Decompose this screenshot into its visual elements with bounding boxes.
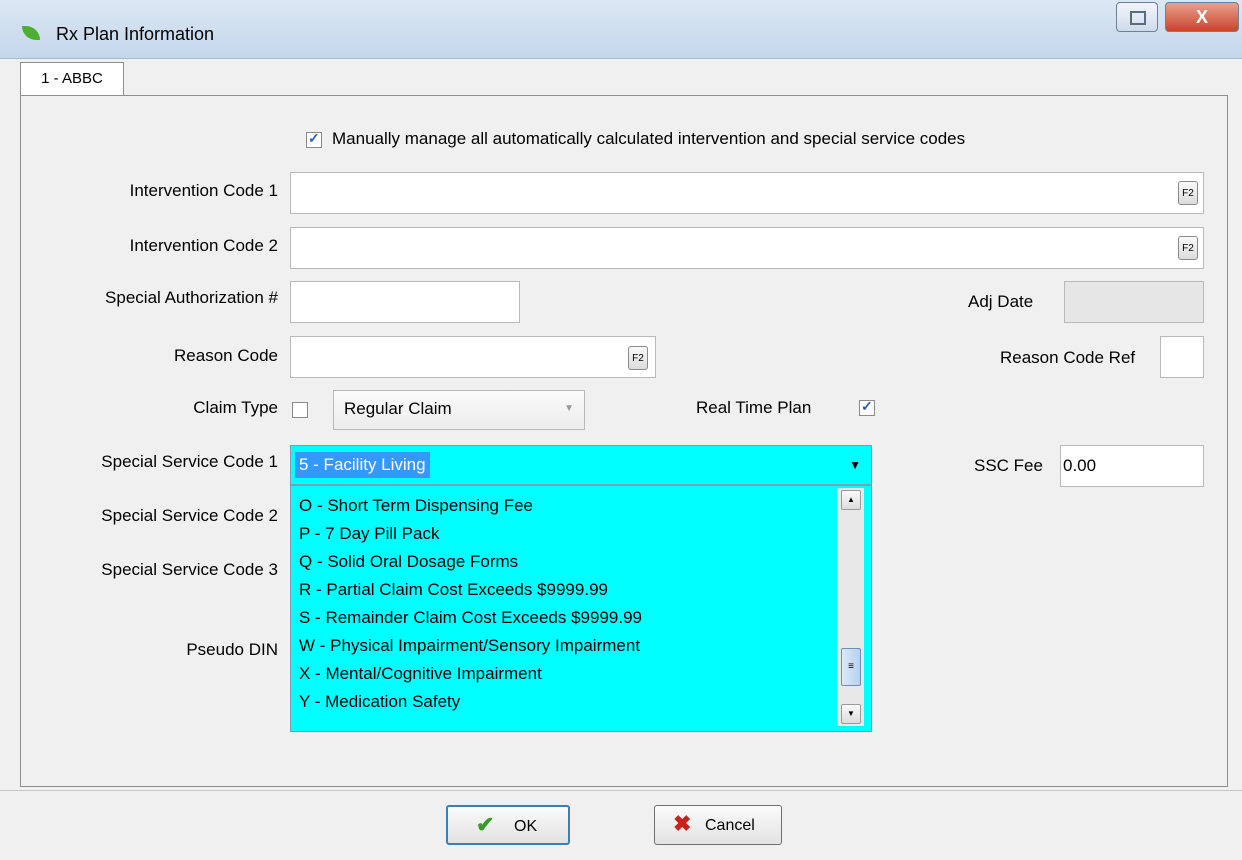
ssc1-label: Special Service Code 1 [101,452,278,471]
ok-button[interactable]: ✔ OK [446,805,570,845]
x-icon: ✖ [673,811,692,836]
reason-code-ref-label: Reason Code Ref [1000,348,1136,367]
real-time-plan-checkbox[interactable] [859,398,875,416]
list-item[interactable]: P - 7 Day Pill Pack [299,520,439,548]
chevron-down-icon[interactable]: ▼ [849,458,861,472]
chevron-down-icon: ▼ [564,403,574,414]
manual-manage-checkbox[interactable] [306,130,322,148]
vertical-scrollbar[interactable]: ▲ ≡ ▼ [837,488,864,726]
scroll-down-icon[interactable]: ▼ [841,704,861,724]
intervention-code-1-input[interactable] [290,172,1204,214]
special-authorization-label: Special Authorization # [105,288,278,307]
list-item[interactable]: R - Partial Claim Cost Exceeds $9999.99 [299,576,608,604]
special-authorization-input[interactable] [290,281,520,323]
list-item[interactable]: Q - Solid Oral Dosage Forms [299,548,518,576]
claim-type-label: Claim Type [193,398,278,417]
pseudo-din-label: Pseudo DIN [186,640,278,659]
intervention-code-2-label: Intervention Code 2 [129,236,278,255]
restore-icon [1130,11,1146,25]
scroll-up-icon[interactable]: ▲ [841,490,861,510]
claim-type-checkbox[interactable] [292,402,308,418]
intervention-code-2-lookup-button[interactable]: F2 [1178,236,1198,260]
reason-code-lookup-button[interactable]: F2 [628,346,648,370]
window-title: Rx Plan Information [56,24,215,44]
scroll-thumb[interactable]: ≡ [841,648,861,686]
ssc-fee-input[interactable]: 0.00 [1060,445,1204,487]
title-bar[interactable]: Rx Plan Information X [0,0,1242,59]
adj-date-label: Adj Date [968,292,1034,311]
reason-code-input[interactable] [290,336,656,378]
button-bar: ✔ OK ✖ Cancel [0,790,1242,860]
reason-code-ref-input[interactable] [1160,336,1204,378]
close-icon: X [1195,7,1208,27]
intervention-code-2-input[interactable] [290,227,1204,269]
intervention-code-1-lookup-button[interactable]: F2 [1178,181,1198,205]
manual-manage-label: Manually manage all automatically calcul… [332,129,966,148]
ok-label: OK [514,818,538,835]
close-button[interactable]: X [1165,2,1239,32]
tab-abbc[interactable]: 1 - ABBC [20,62,124,97]
leaf-icon [22,26,40,40]
ssc2-label: Special Service Code 2 [101,506,278,525]
list-item[interactable]: O - Short Term Dispensing Fee [299,492,533,520]
list-item[interactable]: S - Remainder Claim Cost Exceeds $9999.9… [299,604,642,632]
cancel-button[interactable]: ✖ Cancel [654,805,782,845]
ssc-dropdown-list[interactable]: O - Short Term Dispensing Fee P - 7 Day … [290,485,872,732]
ssc3-label: Special Service Code 3 [101,560,278,579]
claim-type-value: Regular Claim [344,399,452,418]
cancel-label: Cancel [705,817,755,834]
real-time-plan-label: Real Time Plan [696,398,812,417]
claim-type-select[interactable]: Regular Claim ▼ [333,390,585,430]
reason-code-label: Reason Code [174,346,278,365]
checkmark-icon: ✔ [476,812,495,837]
ssc1-selected-value: 5 - Facility Living [295,452,430,478]
rx-plan-dialog: Rx Plan Information X 1 - ABBC Manually … [0,0,1242,860]
list-item[interactable]: W - Physical Impairment/Sensory Impairme… [299,632,640,660]
ssc-fee-label: SSC Fee [974,456,1043,475]
restore-button[interactable] [1116,2,1158,32]
adj-date-input [1064,281,1204,323]
intervention-code-1-label: Intervention Code 1 [129,181,278,200]
ssc1-select[interactable]: 5 - Facility Living ▼ [290,445,872,485]
list-item[interactable]: Y - Medication Safety [299,688,460,716]
list-item[interactable]: X - Mental/Cognitive Impairment [299,660,542,688]
